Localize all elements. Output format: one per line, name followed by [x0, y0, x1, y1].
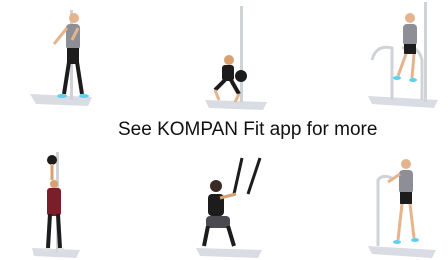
exercise-illustration-5	[190, 150, 270, 260]
overhead-kettlebell-reach-figure	[32, 152, 80, 258]
exercise-illustration-2	[195, 2, 275, 112]
exercise-illustration-4	[22, 150, 102, 260]
exercise-illustration-3	[362, 0, 442, 110]
standing-pole-balance-figure	[368, 159, 436, 258]
standing-pole-stretch-figure	[30, 10, 92, 106]
exercise-illustration-6	[362, 150, 442, 260]
exercise-illustration-1	[22, 2, 102, 112]
parallel-bar-dip-figure	[368, 2, 438, 108]
suspension-strap-squat-figure	[196, 157, 262, 258]
kettlebell-squat-figure	[205, 6, 267, 110]
fit-app-caption: See KOMPAN Fit app for more	[118, 119, 378, 140]
